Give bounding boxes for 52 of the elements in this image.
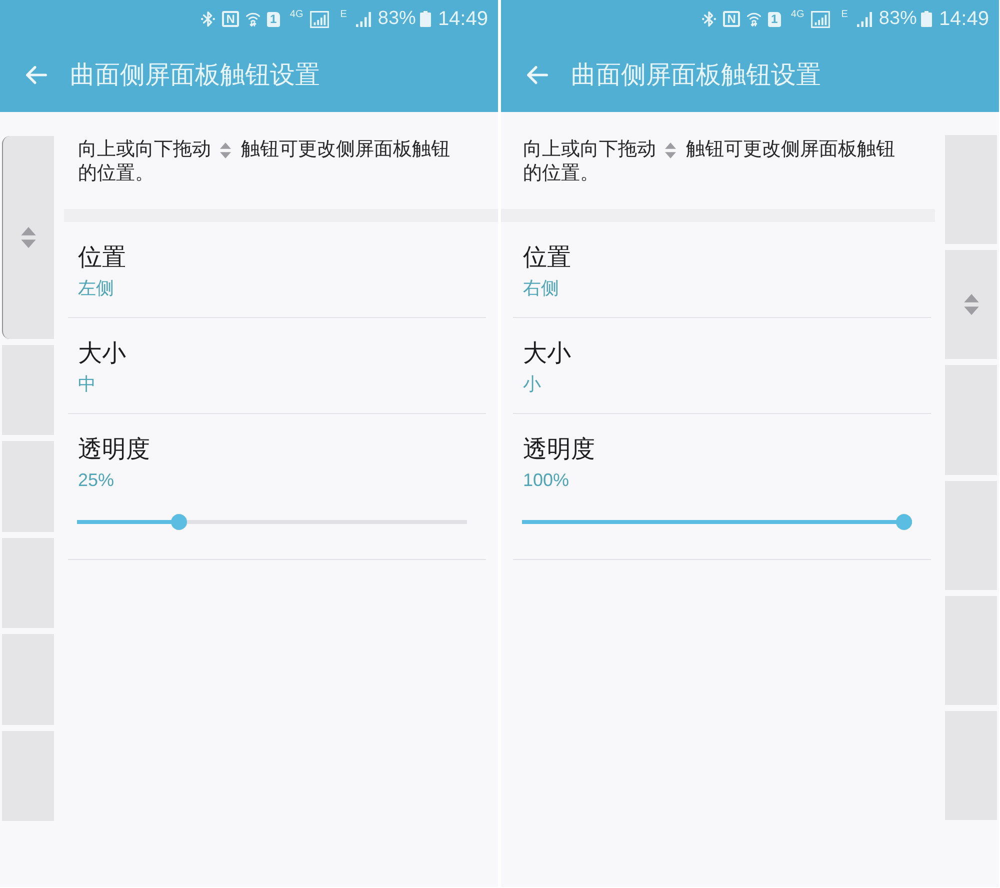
network-type-label: 4G xyxy=(290,10,304,20)
up-down-arrows-icon xyxy=(220,142,231,158)
slider-thumb[interactable] xyxy=(170,514,186,530)
screen-title: 曲面侧屏面板触钮设置 xyxy=(70,60,320,90)
network-type-label: 4G xyxy=(790,10,804,20)
bluetooth-icon xyxy=(702,11,716,27)
instruction-text: 触钮可更改侧屏面板触钮 xyxy=(686,138,895,162)
up-down-arrows-icon xyxy=(665,142,676,158)
instruction-text: 的位置。 xyxy=(78,162,154,186)
back-icon[interactable] xyxy=(25,65,47,85)
instruction-text: 向上或向下拖动 xyxy=(523,138,656,162)
setting-value: 小 xyxy=(523,373,542,396)
signal-icon xyxy=(811,10,830,28)
instruction-text: 向上或向下拖动 xyxy=(78,138,211,162)
clock-time: 14:49 xyxy=(438,8,488,30)
battery-percentage: 83% xyxy=(378,8,416,30)
edge-handle[interactable] xyxy=(2,136,54,339)
clock-time: 14:49 xyxy=(938,8,989,30)
up-down-arrows-icon xyxy=(21,226,36,248)
nfc-indicator: N xyxy=(222,11,239,27)
back-icon[interactable] xyxy=(526,65,548,85)
sim-indicator: 1 xyxy=(768,12,781,26)
setting-title[interactable]: 位置 xyxy=(523,243,921,273)
edge-handle[interactable] xyxy=(945,250,997,360)
instruction-text: 触钮可更改侧屏面板触钮 xyxy=(241,138,450,162)
wifi-icon xyxy=(246,11,260,27)
sim-indicator: 1 xyxy=(266,12,280,26)
setting-title[interactable]: 大小 xyxy=(523,339,921,369)
setting-title[interactable]: 大小 xyxy=(78,339,476,369)
signal-icon xyxy=(356,12,371,26)
up-down-arrows-icon xyxy=(964,294,978,316)
setting-value: 右侧 xyxy=(523,277,560,300)
signal-icon xyxy=(310,10,330,28)
wifi-icon xyxy=(746,11,761,27)
nfc-indicator: N xyxy=(723,11,740,27)
battery-icon xyxy=(420,11,431,27)
bluetooth-icon xyxy=(201,11,216,27)
setting-value: 中 xyxy=(78,373,97,396)
setting-title[interactable]: 位置 xyxy=(78,243,476,273)
setting-value: 25% xyxy=(77,469,116,492)
setting-title[interactable]: 透明度 xyxy=(513,435,912,465)
signal-icon xyxy=(856,12,872,26)
slider-thumb[interactable] xyxy=(896,514,912,530)
setting-title[interactable]: 透明度 xyxy=(68,435,467,465)
network-type-label: E xyxy=(340,10,347,20)
instruction-text: 的位置。 xyxy=(523,162,599,186)
screen-title: 曲面侧屏面板触钮设置 xyxy=(571,60,821,90)
battery-percentage: 83% xyxy=(878,8,917,30)
battery-icon xyxy=(920,11,932,27)
setting-value: 左侧 xyxy=(78,277,115,300)
setting-value: 100% xyxy=(522,469,570,492)
network-type-label: E xyxy=(841,10,848,20)
